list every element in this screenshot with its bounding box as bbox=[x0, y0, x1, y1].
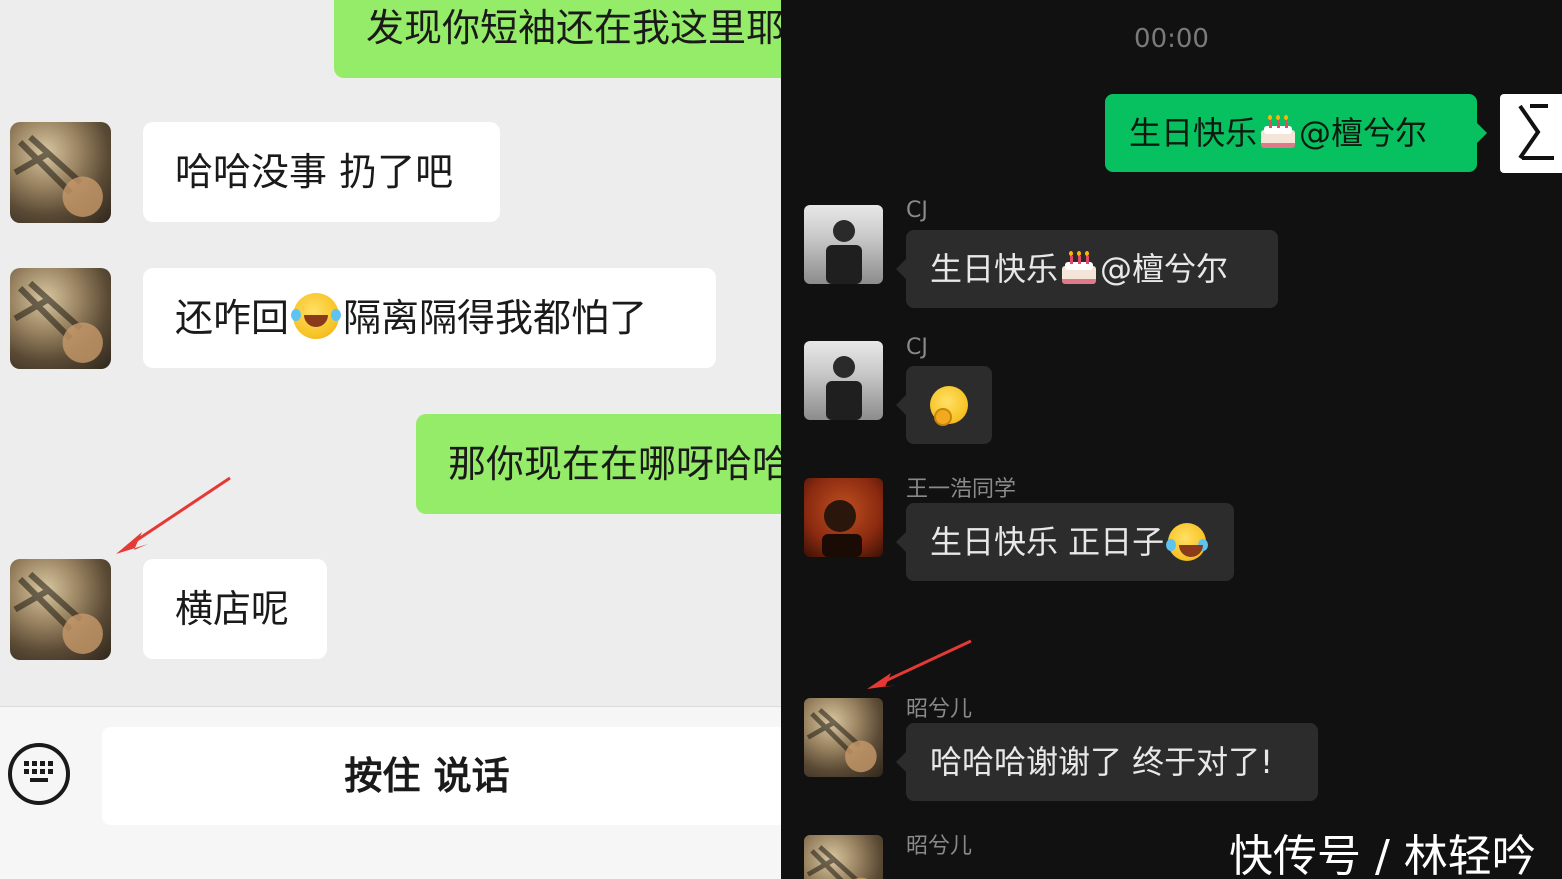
right-chat-panel: 00:00 生日快乐 @檀兮尔 CJ 生日快乐 @檀兮尔 CJ 王一浩同学 生日… bbox=[781, 0, 1562, 879]
thinking-emoji-icon bbox=[930, 386, 968, 426]
message-text: 横店呢 bbox=[175, 587, 290, 631]
message-text: 生日快乐 正日子 bbox=[930, 523, 1165, 561]
mention-text: @檀兮尔 bbox=[1299, 114, 1428, 152]
incoming-message-bubble[interactable]: 哈哈哈谢谢了 终于对了! bbox=[896, 723, 1318, 801]
contact-avatar[interactable] bbox=[804, 478, 883, 557]
contact-avatar[interactable] bbox=[804, 698, 883, 777]
message-text: 那你现在在哪呀哈哈 bbox=[448, 442, 781, 486]
outgoing-message-bubble[interactable]: 发现你短袖还在我这里耶 bbox=[334, 0, 781, 78]
message-text: 发现你短袖还在我这里耶 bbox=[366, 6, 781, 50]
laughing-emoji-icon bbox=[291, 293, 342, 339]
birthday-cake-emoji-icon bbox=[1261, 115, 1296, 148]
avatar-image bbox=[806, 845, 868, 879]
avatar-image bbox=[806, 708, 877, 773]
birthday-cake-emoji-icon bbox=[1062, 251, 1097, 284]
incoming-message-bubble[interactable] bbox=[896, 366, 992, 444]
avatar-image bbox=[13, 280, 103, 363]
incoming-message-bubble[interactable]: 还咋回 隔离隔得我都怕了 bbox=[143, 268, 716, 368]
avatar-image bbox=[822, 500, 862, 557]
incoming-message-bubble[interactable]: 横店呢 bbox=[143, 559, 327, 659]
sender-name: 昭兮儿 bbox=[906, 834, 973, 859]
incoming-message-bubble[interactable]: 生日快乐 @檀兮尔 bbox=[896, 230, 1278, 308]
message-timestamp: 00:00 bbox=[1134, 24, 1209, 54]
mention-text: @檀兮尔 bbox=[1100, 250, 1229, 288]
avatar-image bbox=[13, 571, 103, 654]
chat-input-bar: 按住 说话 bbox=[0, 706, 781, 879]
message-text: 还咋回 bbox=[175, 296, 290, 340]
message-text: 哈哈没事 扔了吧 bbox=[175, 150, 454, 194]
sender-name: CJ bbox=[906, 335, 928, 360]
contact-avatar[interactable] bbox=[804, 835, 883, 879]
message-text: 生日快乐 bbox=[930, 250, 1059, 288]
contact-avatar[interactable] bbox=[10, 122, 111, 223]
contact-avatar[interactable] bbox=[804, 205, 883, 284]
incoming-message-bubble[interactable]: 哈哈没事 扔了吧 bbox=[143, 122, 500, 222]
incoming-message-bubble[interactable]: 生日快乐 正日子 bbox=[896, 503, 1234, 581]
hold-to-talk-button[interactable]: 按住 说话 bbox=[102, 727, 781, 825]
laughing-emoji-icon bbox=[1166, 523, 1209, 561]
message-text: 隔离隔得我都怕了 bbox=[343, 296, 648, 340]
outgoing-message-bubble[interactable]: 那你现在在哪呀哈哈 bbox=[416, 414, 781, 514]
screenshot-composite: 发现你短袖还在我这里耶 哈哈没事 扔了吧 还咋回 隔离隔得我都怕了 那你现在在哪呀… bbox=[0, 0, 1562, 879]
annotation-arrow-icon bbox=[867, 639, 972, 689]
sender-name: 昭兮儿 bbox=[906, 697, 973, 722]
sender-name: CJ bbox=[906, 198, 928, 223]
contact-avatar[interactable] bbox=[10, 268, 111, 369]
annotation-arrow-icon bbox=[116, 476, 231, 554]
avatar-image bbox=[826, 220, 862, 284]
message-text: 哈哈哈谢谢了 终于对了! bbox=[930, 743, 1274, 781]
contact-avatar[interactable] bbox=[10, 559, 111, 660]
message-text: 生日快乐 bbox=[1129, 114, 1258, 152]
avatar-image bbox=[826, 356, 862, 420]
keyboard-icon[interactable] bbox=[8, 743, 70, 805]
sender-name: 王一浩同学 bbox=[906, 477, 1017, 502]
watermark-text: 快传号 / 林轻吟 bbox=[1229, 831, 1536, 879]
self-avatar[interactable] bbox=[1500, 94, 1562, 173]
contact-avatar[interactable] bbox=[804, 341, 883, 420]
left-chat-panel: 发现你短袖还在我这里耶 哈哈没事 扔了吧 还咋回 隔离隔得我都怕了 那你现在在哪呀… bbox=[0, 0, 781, 879]
outgoing-message-bubble[interactable]: 生日快乐 @檀兮尔 bbox=[1105, 94, 1487, 172]
logo-icon bbox=[1518, 104, 1554, 160]
avatar-image bbox=[13, 134, 103, 217]
